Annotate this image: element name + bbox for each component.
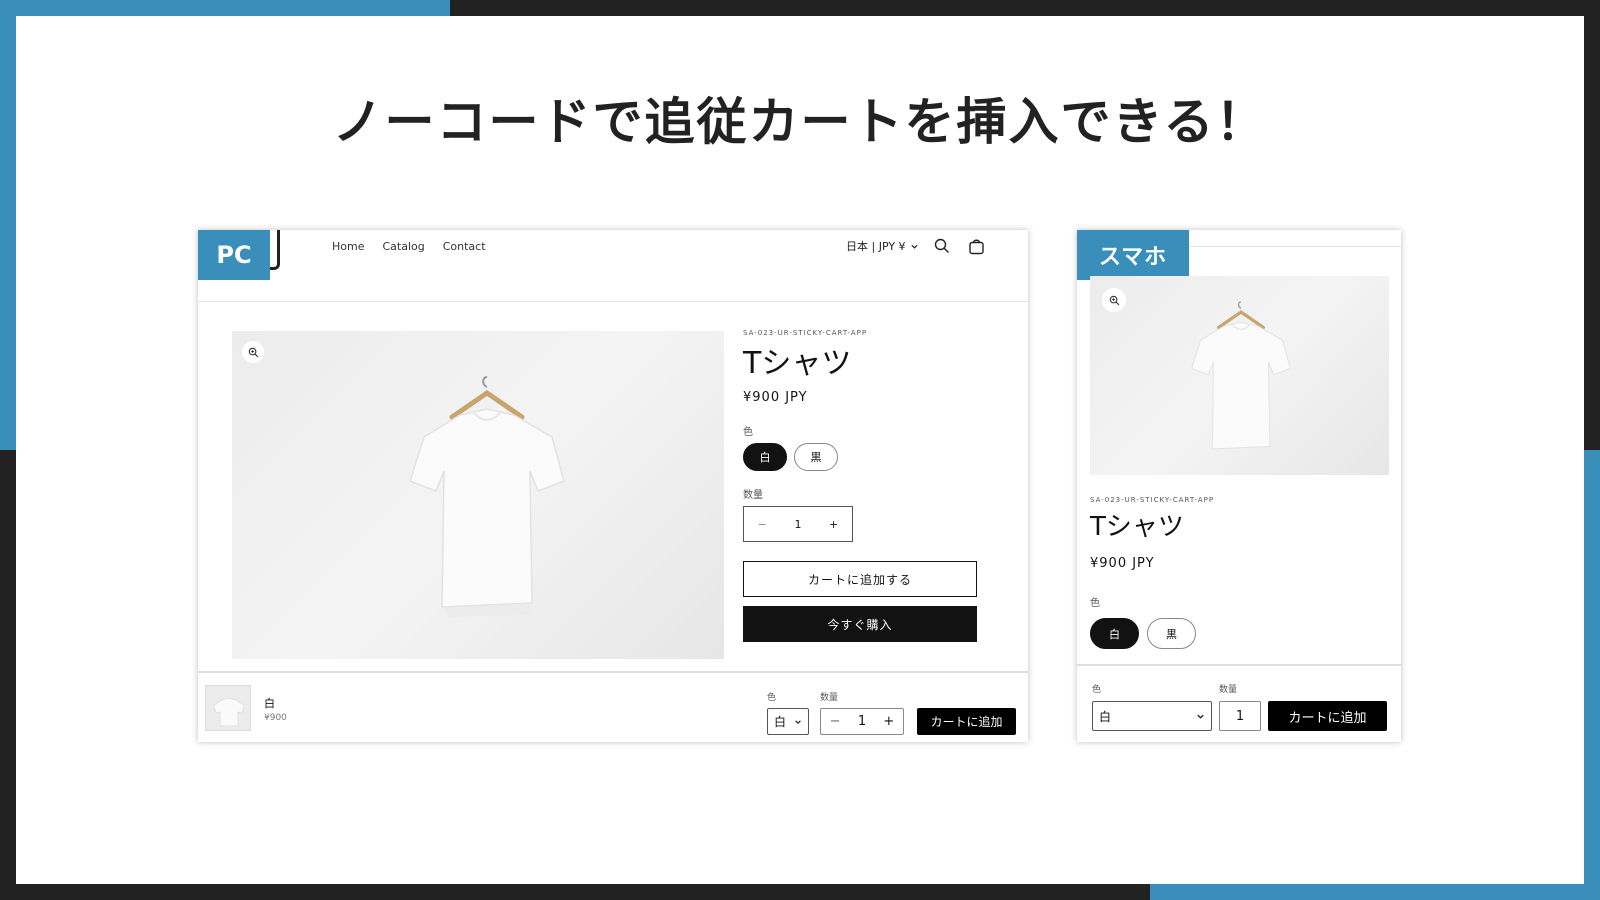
color-label: 色 bbox=[743, 427, 753, 438]
color-option-black[interactable]: 黒 bbox=[794, 443, 838, 471]
main-nav: Home Catalog Contact bbox=[332, 240, 486, 253]
chevron-down-icon bbox=[910, 244, 918, 249]
sticky-add-to-cart-button[interactable]: カートに追加 bbox=[917, 708, 1016, 735]
nav-catalog[interactable]: Catalog bbox=[382, 240, 424, 253]
mobile-color-label: 色 bbox=[1090, 598, 1100, 609]
search-icon[interactable] bbox=[932, 236, 952, 256]
sticky-cart-bar: 白 ¥900 色 白 数量 − 1 + カートに追加 bbox=[198, 671, 1028, 742]
sticky-color-select[interactable]: 白 bbox=[767, 708, 809, 735]
quantity-stepper[interactable]: − 1 + bbox=[743, 506, 853, 542]
mobile-screenshot: スマホ SA-023-UR-STICKY-CART-APP Tシャツ ¥900 … bbox=[1077, 230, 1401, 742]
sticky-quantity-label: 数量 bbox=[820, 693, 839, 703]
mobile-sticky-quantity-label: 数量 bbox=[1219, 685, 1238, 695]
mobile-sticky-color-select[interactable]: 白 bbox=[1092, 701, 1212, 731]
tshirt-illustration bbox=[1191, 301, 1291, 450]
store-logo[interactable] bbox=[270, 230, 280, 270]
pc-badge: PC bbox=[198, 230, 270, 280]
chevron-down-icon bbox=[795, 719, 801, 724]
sticky-color-label: 色 bbox=[767, 693, 777, 703]
product-image[interactable] bbox=[232, 331, 724, 659]
product-title: Tシャツ bbox=[743, 346, 852, 381]
sticky-quantity-stepper[interactable]: − 1 + bbox=[820, 708, 904, 735]
plus-icon[interactable]: + bbox=[883, 714, 894, 729]
mobile-color-option-black[interactable]: 黒 bbox=[1147, 618, 1196, 649]
sticky-quantity-value[interactable]: 1 bbox=[858, 714, 866, 729]
product-price: ¥900 JPY bbox=[743, 390, 808, 405]
minus-icon[interactable]: − bbox=[758, 518, 767, 531]
mobile-color-option-white[interactable]: 白 bbox=[1090, 618, 1139, 649]
mobile-sticky-color-value: 白 bbox=[1099, 709, 1112, 724]
product-sku: SA-023-UR-STICKY-CART-APP bbox=[743, 329, 868, 337]
mobile-badge: スマホ bbox=[1077, 230, 1189, 280]
mobile-sticky-color-label: 色 bbox=[1092, 685, 1102, 695]
sticky-variant: 白 bbox=[264, 697, 275, 710]
mobile-sticky-cart-bar: 色 白 数量 1 カートに追加 bbox=[1077, 664, 1401, 742]
sticky-price: ¥900 bbox=[264, 713, 287, 723]
mobile-sticky-quantity-value[interactable]: 1 bbox=[1236, 709, 1244, 724]
plus-icon[interactable]: + bbox=[829, 518, 838, 531]
quantity-label: 数量 bbox=[743, 490, 763, 501]
add-to-cart-button[interactable]: カートに追加する bbox=[743, 561, 977, 597]
mobile-product-sku: SA-023-UR-STICKY-CART-APP bbox=[1090, 496, 1215, 504]
slide-headline: ノーコードで追従カートを挿入できる！ bbox=[332, 93, 1268, 151]
pc-screenshot: PC Home Catalog Contact 日本 | JPY ¥ SA-02… bbox=[198, 230, 1028, 742]
zoom-icon[interactable] bbox=[242, 341, 264, 363]
chevron-down-icon bbox=[1197, 714, 1204, 719]
mobile-sticky-add-to-cart-button[interactable]: カートに追加 bbox=[1268, 701, 1387, 731]
mobile-product-image[interactable] bbox=[1090, 276, 1389, 475]
buy-now-button[interactable]: 今すぐ購入 bbox=[743, 606, 977, 642]
cart-icon[interactable] bbox=[966, 236, 986, 256]
nav-home[interactable]: Home bbox=[332, 240, 364, 253]
minus-icon[interactable]: − bbox=[830, 714, 841, 729]
quantity-value[interactable]: 1 bbox=[794, 518, 801, 531]
nav-contact[interactable]: Contact bbox=[443, 240, 486, 253]
zoom-icon[interactable] bbox=[1102, 288, 1126, 312]
color-option-white[interactable]: 白 bbox=[743, 443, 787, 471]
mobile-product-title: Tシャツ bbox=[1090, 512, 1184, 542]
locale-label: 日本 | JPY ¥ bbox=[846, 240, 906, 253]
locale-selector[interactable]: 日本 | JPY ¥ bbox=[846, 238, 919, 254]
mobile-product-price: ¥900 JPY bbox=[1090, 556, 1155, 571]
mobile-sticky-quantity-input[interactable]: 1 bbox=[1219, 701, 1261, 731]
sticky-thumbnail bbox=[205, 685, 251, 731]
header-divider bbox=[198, 301, 1028, 302]
tshirt-illustration bbox=[409, 376, 565, 617]
sticky-color-value: 白 bbox=[774, 715, 787, 729]
mobile-header-divider bbox=[1189, 246, 1401, 247]
